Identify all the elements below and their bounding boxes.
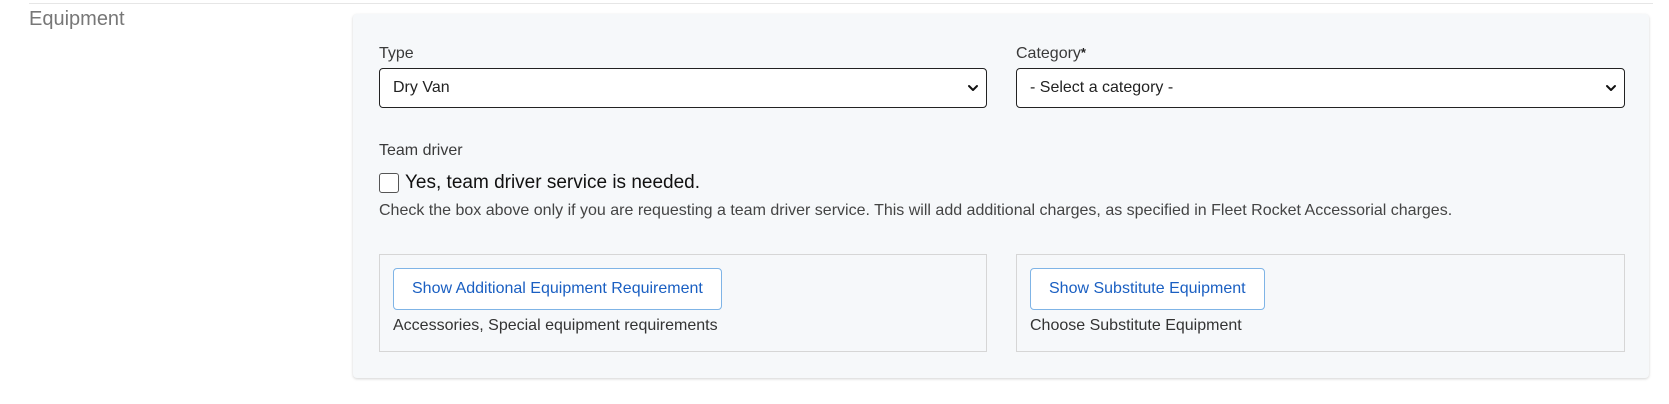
type-select-value: Dry Van (393, 79, 450, 96)
top-divider (29, 3, 1653, 4)
substitute-equipment-panel: Show Substitute Equipment Choose Substit… (1016, 254, 1625, 352)
category-label-text: Category (1016, 45, 1081, 62)
section-title: Equipment (29, 8, 125, 30)
show-substitute-equipment-button[interactable]: Show Substitute Equipment (1030, 268, 1265, 310)
category-select-value: - Select a category - (1030, 79, 1174, 96)
additional-equipment-description: Accessories, Special equipment requireme… (393, 317, 718, 334)
substitute-equipment-description: Choose Substitute Equipment (1030, 317, 1242, 334)
team-driver-label: Team driver (379, 142, 463, 159)
show-additional-equipment-button[interactable]: Show Additional Equipment Requirement (393, 268, 722, 310)
team-driver-checkbox[interactable] (379, 173, 399, 193)
additional-equipment-panel: Show Additional Equipment Requirement Ac… (379, 254, 987, 352)
team-driver-help-text: Check the box above only if you are requ… (379, 202, 1453, 219)
type-select[interactable]: Dry Van (379, 68, 987, 108)
chevron-down-icon (1606, 85, 1616, 91)
team-driver-checkbox-label[interactable]: Yes, team driver service is needed. (405, 172, 700, 194)
category-label: Category* (1016, 45, 1086, 63)
type-label: Type (379, 45, 414, 62)
category-select[interactable]: - Select a category - (1016, 68, 1625, 108)
required-asterisk: * (1080, 45, 1086, 60)
chevron-down-icon (968, 85, 978, 91)
equipment-card: Type Dry Van Category* - Select a catego… (353, 14, 1649, 378)
